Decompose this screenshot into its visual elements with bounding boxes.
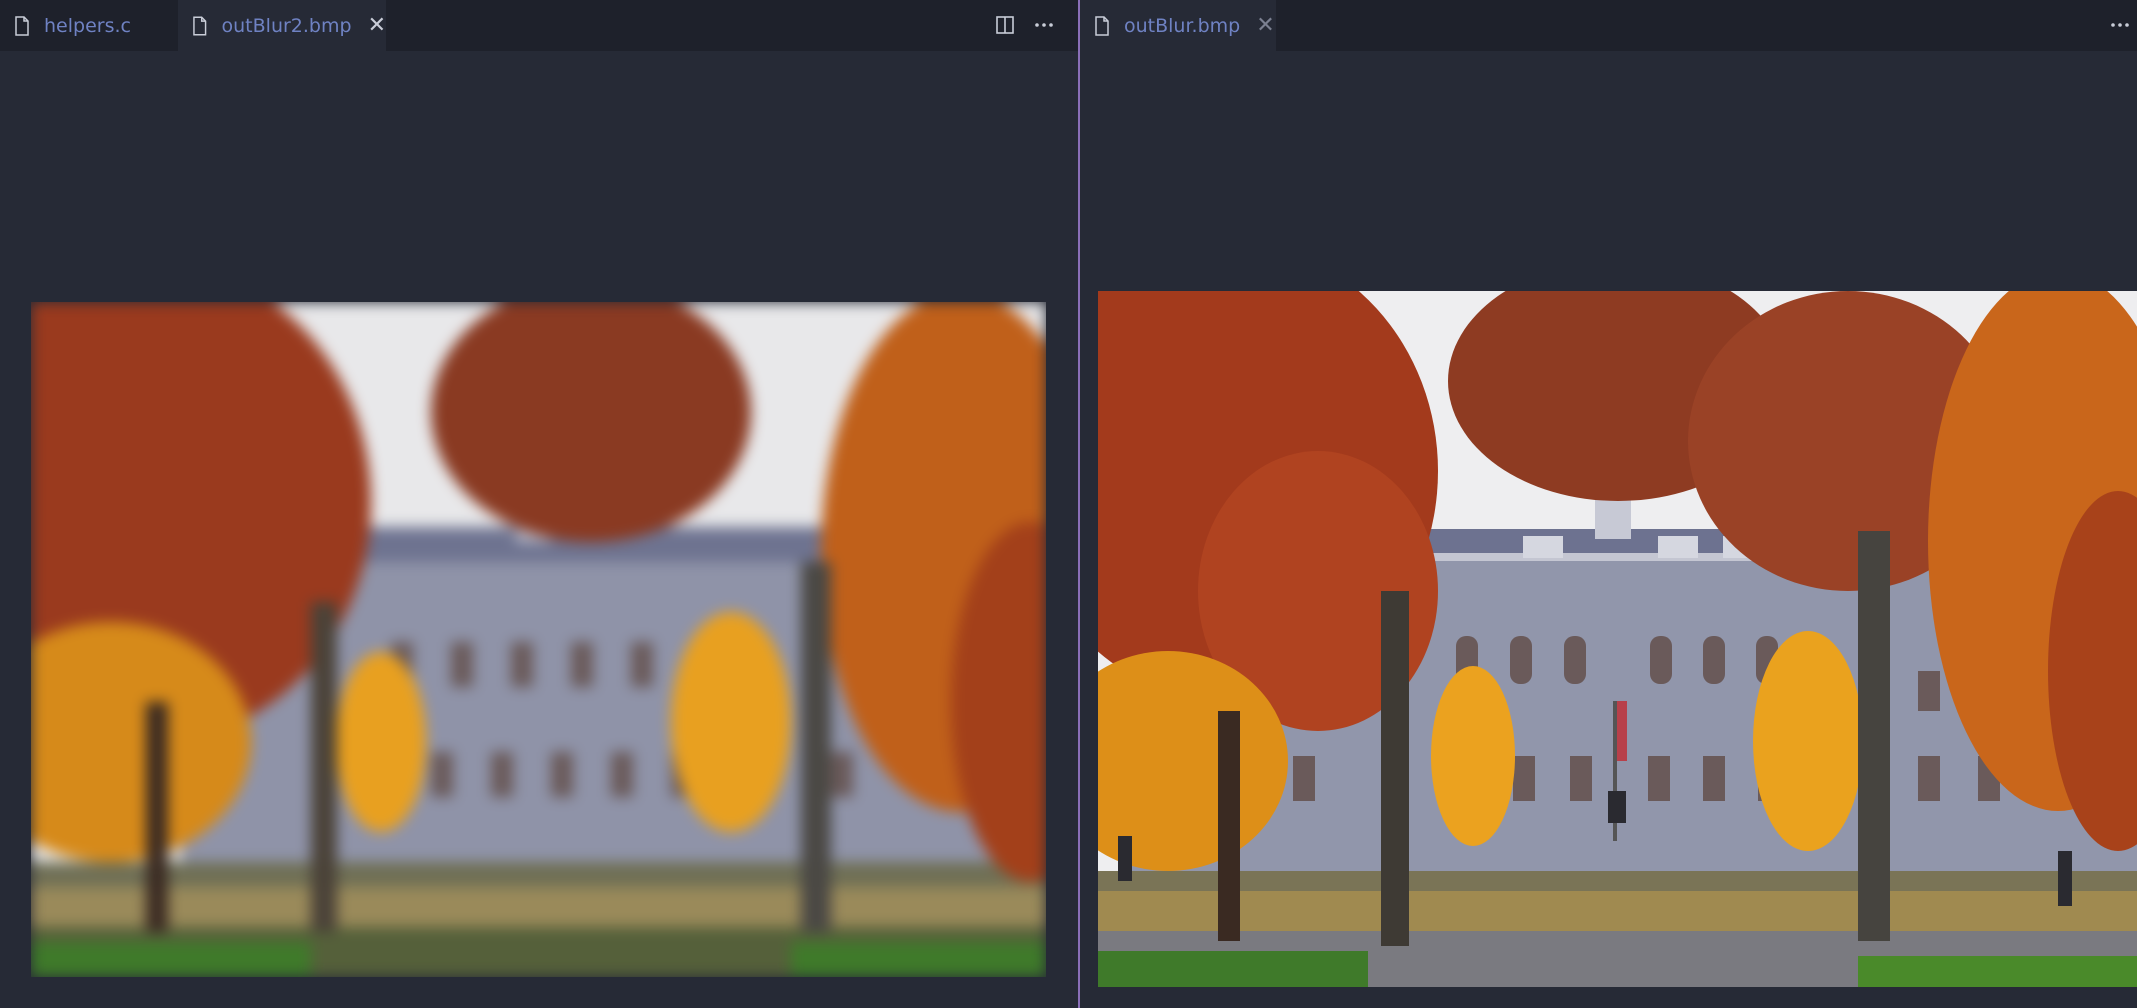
photo — [1098, 291, 2137, 987]
editor-pane-right: outBlur.bmp ✕ — [1080, 0, 2137, 1008]
tab-label: helpers.c — [44, 14, 131, 37]
tab-outblur2-bmp[interactable]: outBlur2.bmp ✕ — [178, 0, 386, 51]
tab-label: outBlur2.bmp — [221, 14, 352, 37]
tab-outblur-bmp[interactable]: outBlur.bmp ✕ — [1080, 0, 1276, 51]
split-editor-icon[interactable] — [993, 13, 1017, 37]
file-icon — [15, 15, 29, 36]
more-actions-icon[interactable] — [1032, 13, 1056, 37]
tab-bar-left: helpers.c outBlur2.bmp ✕ — [0, 0, 1078, 51]
blurred-photo — [31, 302, 1046, 977]
image-preview — [1098, 291, 2137, 987]
close-icon[interactable]: ✕ — [368, 14, 386, 37]
editor-pane-left: helpers.c outBlur2.bmp ✕ — [0, 0, 1078, 1008]
tab-bar-right: outBlur.bmp ✕ — [1080, 0, 2137, 51]
image-preview-blurred — [31, 302, 1046, 977]
file-icon — [193, 16, 207, 35]
file-icon — [1095, 15, 1109, 36]
more-actions-icon[interactable] — [2108, 13, 2132, 37]
tab-helpers-c[interactable]: helpers.c — [0, 0, 178, 51]
close-icon[interactable]: ✕ — [1256, 14, 1274, 37]
tab-label: outBlur.bmp — [1124, 14, 1241, 37]
